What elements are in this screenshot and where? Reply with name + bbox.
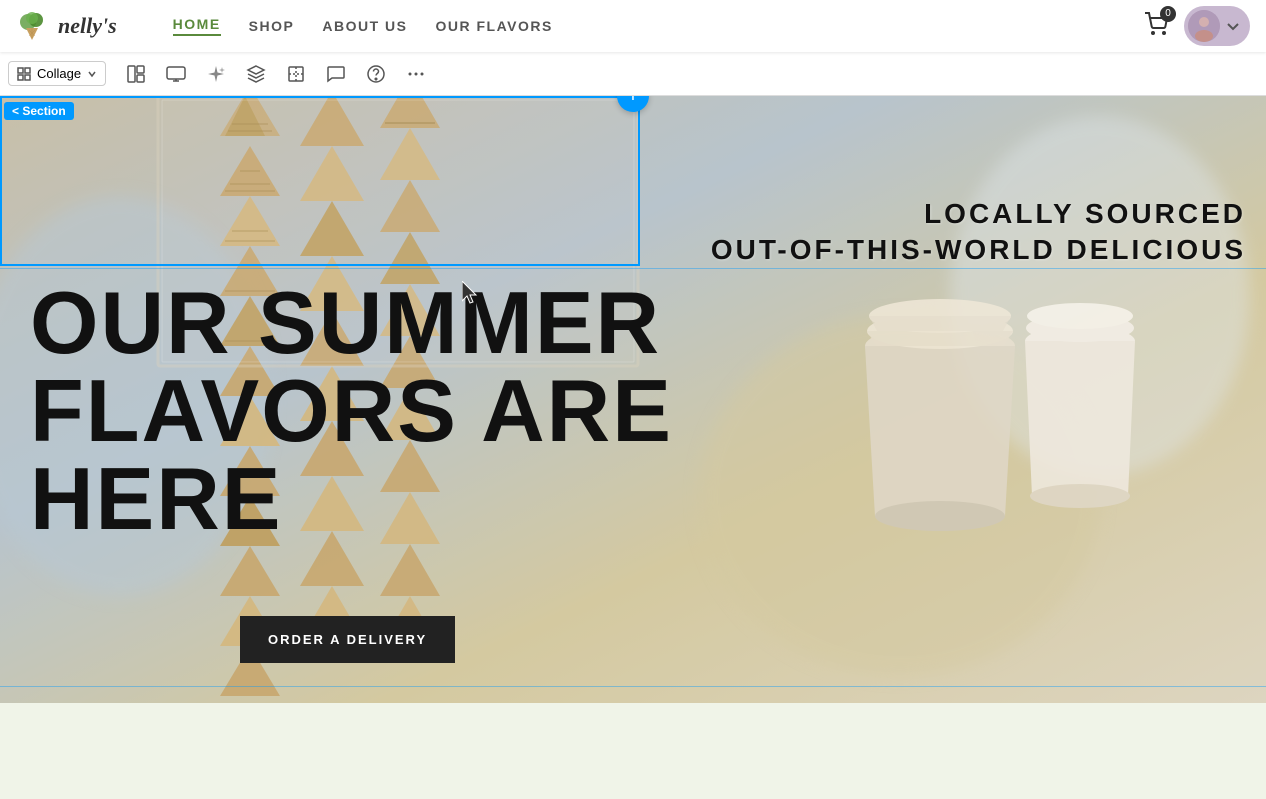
layout-tool-button[interactable]: [118, 56, 154, 92]
cart-count: 0: [1160, 6, 1176, 22]
toolbar-right: 0: [1124, 6, 1266, 46]
collage-select[interactable]: Collage: [8, 61, 106, 86]
hero-taglines: LOCALLY SOURCED OUT-OF-THIS-WORLD DELICI…: [711, 196, 1246, 269]
chevron-down-icon: [1226, 19, 1240, 33]
layers-icon: [246, 64, 266, 84]
nav-flavors[interactable]: OUR FLAVORS: [435, 18, 552, 34]
crop-tool-button[interactable]: [278, 56, 314, 92]
ai-sparkle-icon: [206, 64, 226, 84]
edit-toolbar: Collage: [0, 52, 1266, 96]
hero-headline-line2: FLAVORS ARE: [30, 367, 673, 455]
grid-small-icon: [17, 67, 31, 81]
hero-headline-line1: OUR SUMMER: [30, 279, 673, 367]
logo-area[interactable]: nelly's: [0, 8, 133, 44]
grid-line-bottom: [0, 686, 1266, 687]
main-content: Section + LOCALLY SOURCED OUT-OF-THIS-WO…: [0, 96, 1266, 703]
user-avatar: [1188, 10, 1220, 42]
nav-about[interactable]: ABOUT US: [322, 18, 407, 34]
collage-label: Collage: [37, 66, 81, 81]
logo-text: nelly's: [58, 13, 117, 39]
ai-tool-button[interactable]: [198, 56, 234, 92]
comment-icon: [326, 64, 346, 84]
hero-headline: OUR SUMMER FLAVORS ARE HERE: [30, 279, 673, 543]
section-badge[interactable]: Section: [4, 102, 74, 120]
nav-shop[interactable]: SHOP: [249, 18, 295, 34]
nav-home[interactable]: HOME: [173, 16, 221, 36]
layers-tool-button[interactable]: [238, 56, 274, 92]
main-nav: HOME SHOP ABOUT US OUR FLAVORS: [133, 16, 593, 36]
layout-icon: [126, 64, 146, 84]
help-icon: [366, 64, 386, 84]
help-tool-button[interactable]: [358, 56, 394, 92]
grid-line-top: [0, 268, 1266, 269]
toolbar-left: nelly's HOME SHOP ABOUT US OUR FLAVORS: [0, 8, 593, 44]
dropdown-icon: [87, 69, 97, 79]
more-icon: [406, 64, 426, 84]
monitor-icon: [166, 64, 186, 84]
user-menu-button[interactable]: [1184, 6, 1250, 46]
more-options-button[interactable]: [398, 56, 434, 92]
cart-button[interactable]: 0: [1140, 8, 1172, 45]
order-delivery-button[interactable]: ORDER A DELIVERY: [240, 616, 455, 663]
top-navbar: nelly's HOME SHOP ABOUT US OUR FLAVORS 0: [0, 0, 1266, 52]
comment-tool-button[interactable]: [318, 56, 354, 92]
tagline-line-1: LOCALLY SOURCED: [711, 196, 1246, 232]
logo-icon: [16, 8, 52, 44]
hero-headline-line3: HERE: [30, 455, 673, 543]
hero-section: Section + LOCALLY SOURCED OUT-OF-THIS-WO…: [0, 96, 1266, 703]
tagline-line-2: OUT-OF-THIS-WORLD DELICIOUS: [711, 232, 1246, 268]
crop-icon: [286, 64, 306, 84]
preview-tool-button[interactable]: [158, 56, 194, 92]
avatar-icon: [1188, 10, 1220, 42]
